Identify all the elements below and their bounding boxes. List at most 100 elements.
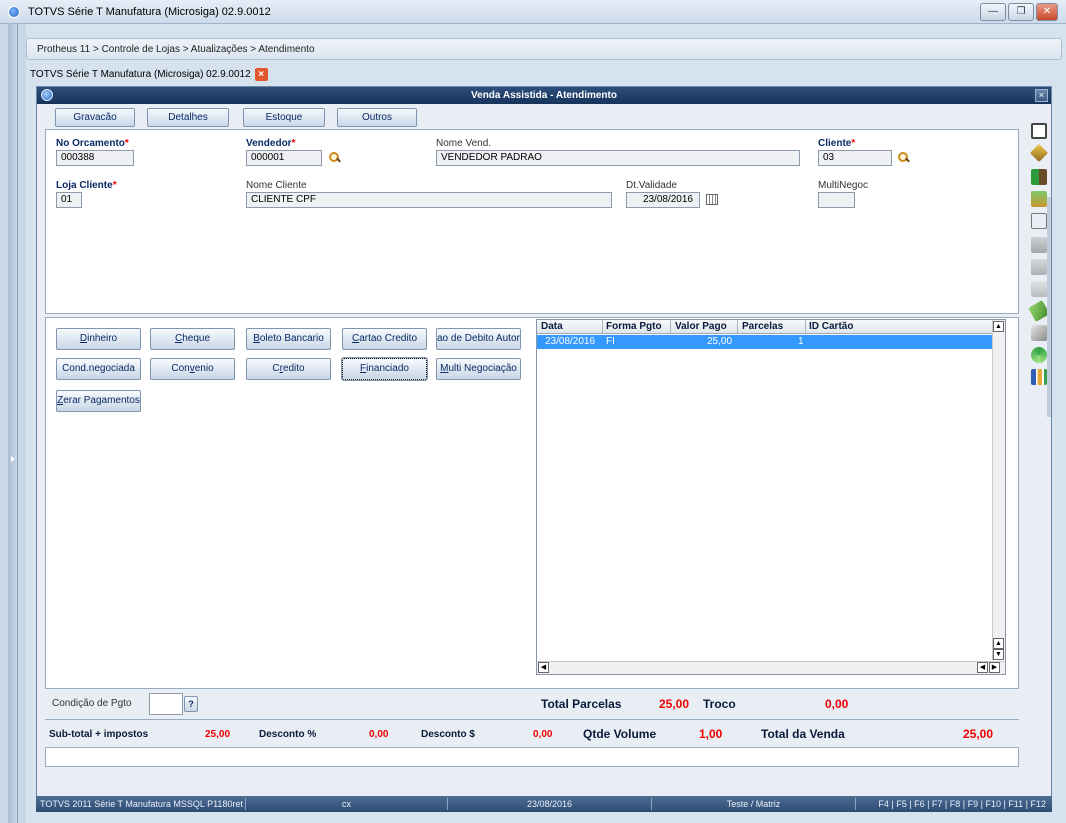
col-sep: [602, 320, 603, 334]
grid-horizontal-scrollbar[interactable]: ◀ ◀ ▶: [537, 661, 1005, 674]
total-parcelas-label: Total Parcelas: [541, 697, 622, 711]
nome-vend-label: Nome Vend.: [436, 138, 492, 149]
troco-label: Troco: [703, 697, 736, 711]
debito-automatico-button[interactable]: ao de Debito Autom: [436, 328, 521, 350]
qtde-volume-label: Qtde Volume: [583, 727, 657, 741]
dt-validade-field[interactable]: 23/08/2016: [626, 192, 700, 208]
col-parcelas[interactable]: Parcelas: [742, 321, 783, 332]
venda-assistida-dialog: Venda Assistida - Atendimento × Gravacão…: [36, 86, 1052, 812]
vendedor-search-icon[interactable]: [328, 151, 340, 163]
scroll-top-icon[interactable]: ▲: [993, 638, 1004, 649]
desconto-pct-label: Desconto %: [259, 729, 317, 740]
cell-parcelas: 1: [798, 336, 804, 347]
totvs-app-icon: [8, 6, 20, 18]
col-sep: [737, 320, 738, 334]
boleto-bancario-button[interactable]: Boleto Bancario: [246, 328, 331, 350]
condicao-pgto-label: Condição de Pgto: [52, 698, 132, 709]
cliente-label: Cliente*: [818, 138, 856, 149]
edit-icon[interactable]: [1029, 143, 1049, 163]
refresh-icon[interactable]: [1031, 347, 1047, 363]
scroll-down-icon[interactable]: ▼: [993, 649, 1004, 660]
breadcrumb-text: Protheus 11 > Controle de Lojas > Atuali…: [37, 44, 315, 55]
expand-arrow-icon: [11, 456, 15, 462]
cheque-button[interactable]: Cheque: [150, 328, 235, 350]
window-controls: — ❐ ✕: [980, 3, 1058, 21]
loja-cliente-field[interactable]: 01: [56, 192, 82, 208]
close-tab-icon[interactable]: ×: [254, 67, 268, 81]
separator: [45, 719, 1019, 720]
exit-icon[interactable]: [1031, 169, 1047, 185]
chart-icon[interactable]: [1031, 369, 1047, 385]
subtotal-label: Sub-total + impostos: [49, 729, 149, 740]
breadcrumb: Protheus 11 > Controle de Lojas > Atuali…: [26, 38, 1062, 60]
toolbar-scrollbar[interactable]: [1047, 197, 1051, 417]
status-user: cx: [246, 798, 448, 810]
gravacao-button[interactable]: Gravacão: [55, 108, 135, 127]
grid-header: Data Forma Pgto Valor Pago Parcelas ID C…: [537, 320, 1003, 334]
total-parcelas-value: 25,00: [659, 697, 690, 711]
nome-cliente-field[interactable]: CLIENTE CPF: [246, 192, 612, 208]
status-company: Teste / Matriz: [652, 798, 856, 810]
scroll-right-icon[interactable]: ▶: [989, 662, 1000, 673]
header-form-panel: No Orcamento* 000388 Vendedor* 000001 No…: [45, 129, 1019, 314]
cliente-search-icon[interactable]: [897, 151, 909, 163]
cartao-credito-button[interactable]: Cartao Credito: [342, 328, 427, 350]
multinegoc-field[interactable]: [818, 192, 855, 208]
maximize-button[interactable]: ❐: [1008, 3, 1034, 21]
zerar-pagamentos-button[interactable]: Zerar Pagamentos: [56, 390, 141, 412]
dinheiro-button[interactable]: Dinheiro: [56, 328, 141, 350]
vendedor-field[interactable]: 000001: [246, 150, 322, 166]
printer-icon[interactable]: [1031, 259, 1047, 275]
orcamento-label: No Orcamento*: [56, 138, 129, 149]
key-icon[interactable]: [1031, 325, 1047, 341]
status-environment: TOTVS 2011 Série T Manufatura MSSQL P118…: [38, 798, 246, 810]
box-icon[interactable]: [1031, 191, 1047, 207]
scroll-left-icon[interactable]: ◀: [977, 662, 988, 673]
nome-cliente-label: Nome Cliente: [246, 180, 307, 191]
qtde-volume-value: 1,00: [699, 727, 723, 741]
document-icon[interactable]: [1031, 213, 1047, 229]
save-icon[interactable]: [1031, 123, 1047, 139]
nome-vend-field[interactable]: VENDEDOR PADRAO: [436, 150, 800, 166]
col-forma-pgto[interactable]: Forma Pgto: [606, 321, 662, 332]
minimize-button[interactable]: —: [980, 3, 1006, 21]
document-tab-label: TOTVS Série T Manufatura (Microsiga) 02.…: [30, 68, 251, 80]
condicao-pgto-field[interactable]: [149, 693, 183, 715]
desconto-pct-value: 0,00: [369, 729, 389, 740]
grid-vertical-scrollbar[interactable]: ▲ ▲ ▼: [992, 320, 1005, 660]
window-title: TOTVS Série T Manufatura (Microsiga) 02.…: [28, 6, 271, 18]
scroll-up-icon[interactable]: ▲: [993, 321, 1004, 332]
close-button[interactable]: ✕: [1036, 3, 1058, 21]
document-tab[interactable]: TOTVS Série T Manufatura (Microsiga) 02.…: [30, 66, 268, 82]
table-row[interactable]: 23/08/2016 FI 25,00 1: [537, 335, 1003, 349]
message-field[interactable]: [45, 747, 1019, 767]
right-toolbar: [1028, 117, 1050, 787]
estoque-button[interactable]: Estoque: [243, 108, 325, 127]
outros-button[interactable]: Outros: [337, 108, 417, 127]
credito-button[interactable]: Credito: [246, 358, 331, 380]
detalhes-button[interactable]: Detalhes: [147, 108, 229, 127]
col-sep: [805, 320, 806, 334]
scroll-left-icon[interactable]: ◀: [538, 662, 549, 673]
col-id-cartao[interactable]: ID Cartão: [809, 321, 853, 332]
calendar-icon[interactable]: [706, 194, 718, 205]
orcamento-field[interactable]: 000388: [56, 150, 134, 166]
col-valor-pago[interactable]: Valor Pago: [675, 321, 727, 332]
status-function-keys: F4 | F5 | F6 | F7 | F8 | F9 | F10 | F11 …: [878, 799, 1046, 809]
cell-valor: 25,00: [707, 336, 733, 347]
col-data[interactable]: Data: [541, 321, 563, 332]
left-collapse-strip[interactable]: [8, 24, 18, 823]
multi-negociacao-button[interactable]: Multi Negociação: [436, 358, 521, 380]
cell-data: 23/08/2016: [545, 336, 596, 347]
cond-negociada-button[interactable]: Cond.negociada: [56, 358, 141, 380]
status-bar: TOTVS 2011 Série T Manufatura MSSQL P118…: [36, 796, 1052, 812]
convenio-button[interactable]: Convenio: [150, 358, 235, 380]
package-icon[interactable]: [1031, 281, 1047, 297]
financiado-button[interactable]: Financiado: [341, 357, 428, 381]
cliente-field[interactable]: 03: [818, 150, 892, 166]
payments-grid[interactable]: Data Forma Pgto Valor Pago Parcelas ID C…: [536, 319, 1006, 675]
dt-validade-label: Dt.Validade: [626, 180, 677, 191]
truck-icon[interactable]: [1031, 237, 1047, 253]
dialog-close-icon[interactable]: ×: [1035, 89, 1048, 102]
condicao-pgto-help-button[interactable]: ?: [184, 696, 198, 712]
